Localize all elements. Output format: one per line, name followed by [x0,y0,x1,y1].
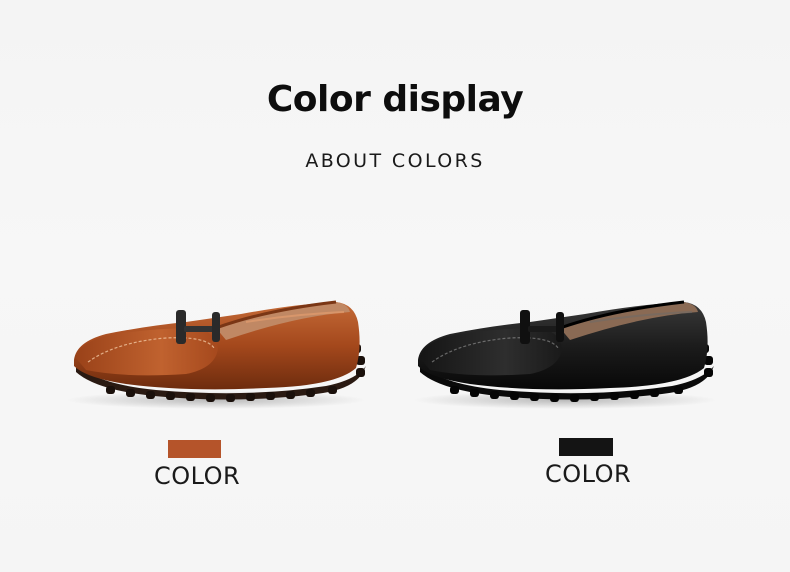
brown-loafer-image [66,300,366,409]
brown-color-swatch[interactable] [168,440,221,458]
product-color-display: { "header": { "title": "Color display", … [0,0,790,572]
section-title: Color display [266,79,524,120]
black-loafer-image [413,300,717,409]
black-color-label: COLOR [545,460,632,488]
black-color-swatch[interactable] [559,438,613,456]
brown-color-label: COLOR [154,462,241,490]
section-subtitle: ABOUT COLORS [305,150,485,172]
